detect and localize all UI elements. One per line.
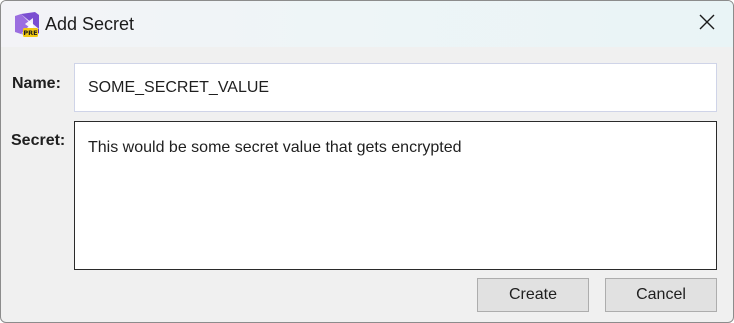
name-input[interactable] bbox=[74, 63, 717, 112]
dialog-title: Add Secret bbox=[45, 14, 135, 34]
secret-label: Secret: bbox=[11, 132, 66, 149]
close-icon bbox=[699, 14, 715, 35]
title-bar: PRE Add Secret bbox=[1, 1, 733, 47]
visual-studio-preview-icon: PRE bbox=[13, 11, 41, 39]
add-secret-dialog: PRE Add Secret Name: Secret: This would … bbox=[0, 0, 734, 323]
secret-textarea[interactable]: This would be some secret value that get… bbox=[74, 121, 717, 270]
create-button[interactable]: Create bbox=[477, 278, 589, 312]
name-label: Name: bbox=[12, 75, 61, 92]
close-button[interactable] bbox=[685, 5, 729, 43]
svg-text:PRE: PRE bbox=[23, 29, 37, 37]
cancel-button[interactable]: Cancel bbox=[605, 278, 717, 312]
